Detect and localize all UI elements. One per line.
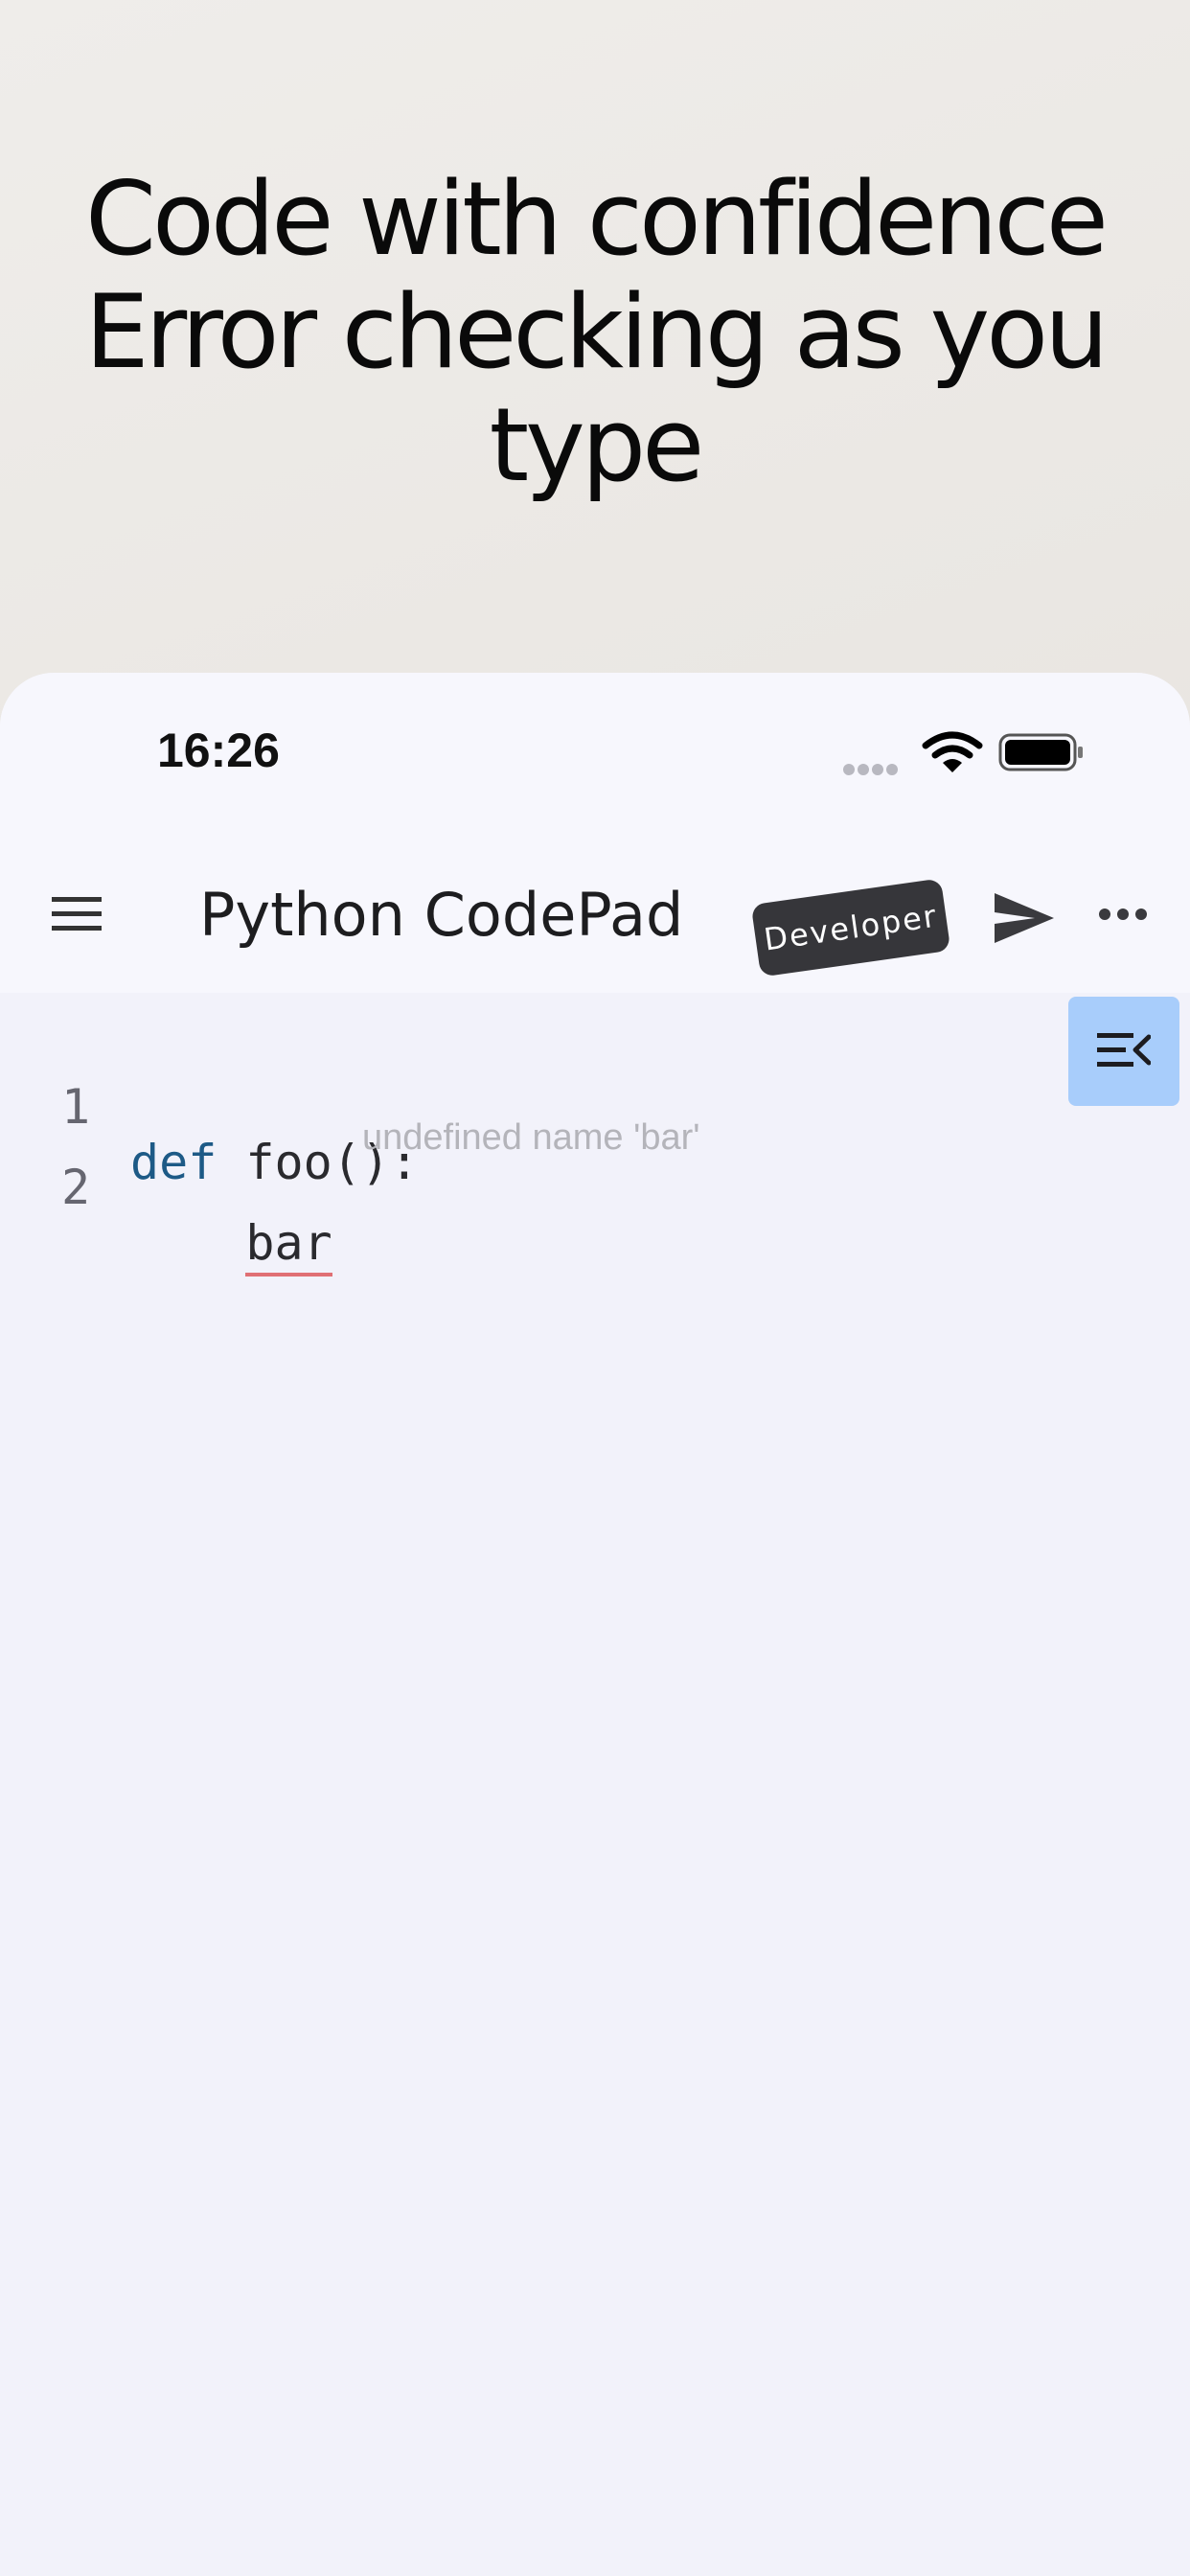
line-number: 2 xyxy=(61,1160,91,1215)
app-title: Python CodePad xyxy=(199,880,684,950)
status-bar: 16:26 xyxy=(0,673,1190,836)
developer-badge: Developer xyxy=(750,878,951,978)
headline-line-3: type xyxy=(489,386,705,504)
more-icon[interactable] xyxy=(1098,905,1148,924)
promo-headline: Code with confidence Error checking as y… xyxy=(0,163,1190,502)
phone-screen: 16:26 Python CodePad Developer 1 def foo… xyxy=(0,673,1190,2576)
menu-icon[interactable] xyxy=(50,895,103,933)
battery-icon xyxy=(998,733,1083,771)
error-hint: undefined name 'bar' xyxy=(362,1117,700,1158)
error-token[interactable]: bar xyxy=(245,1215,332,1276)
code-editor[interactable]: 1 def foo(): 2 bar undefined name 'bar' xyxy=(0,993,1190,2576)
collapse-panel-button[interactable] xyxy=(1068,997,1179,1106)
code-line-1[interactable]: 1 def foo(): xyxy=(0,1024,1054,1190)
wifi-icon xyxy=(922,731,983,772)
app-bar: Python CodePad Developer xyxy=(0,836,1190,993)
code-line-2[interactable]: 2 bar undefined name 'bar' xyxy=(0,1104,1054,1276)
headline-line-2: Error checking as you xyxy=(84,273,1110,391)
signal-icon xyxy=(843,761,906,775)
send-icon[interactable] xyxy=(993,891,1056,945)
headline-line-1: Code with confidence xyxy=(85,160,1109,278)
status-time: 16:26 xyxy=(157,724,280,777)
collapse-panel-icon xyxy=(1097,1033,1151,1067)
